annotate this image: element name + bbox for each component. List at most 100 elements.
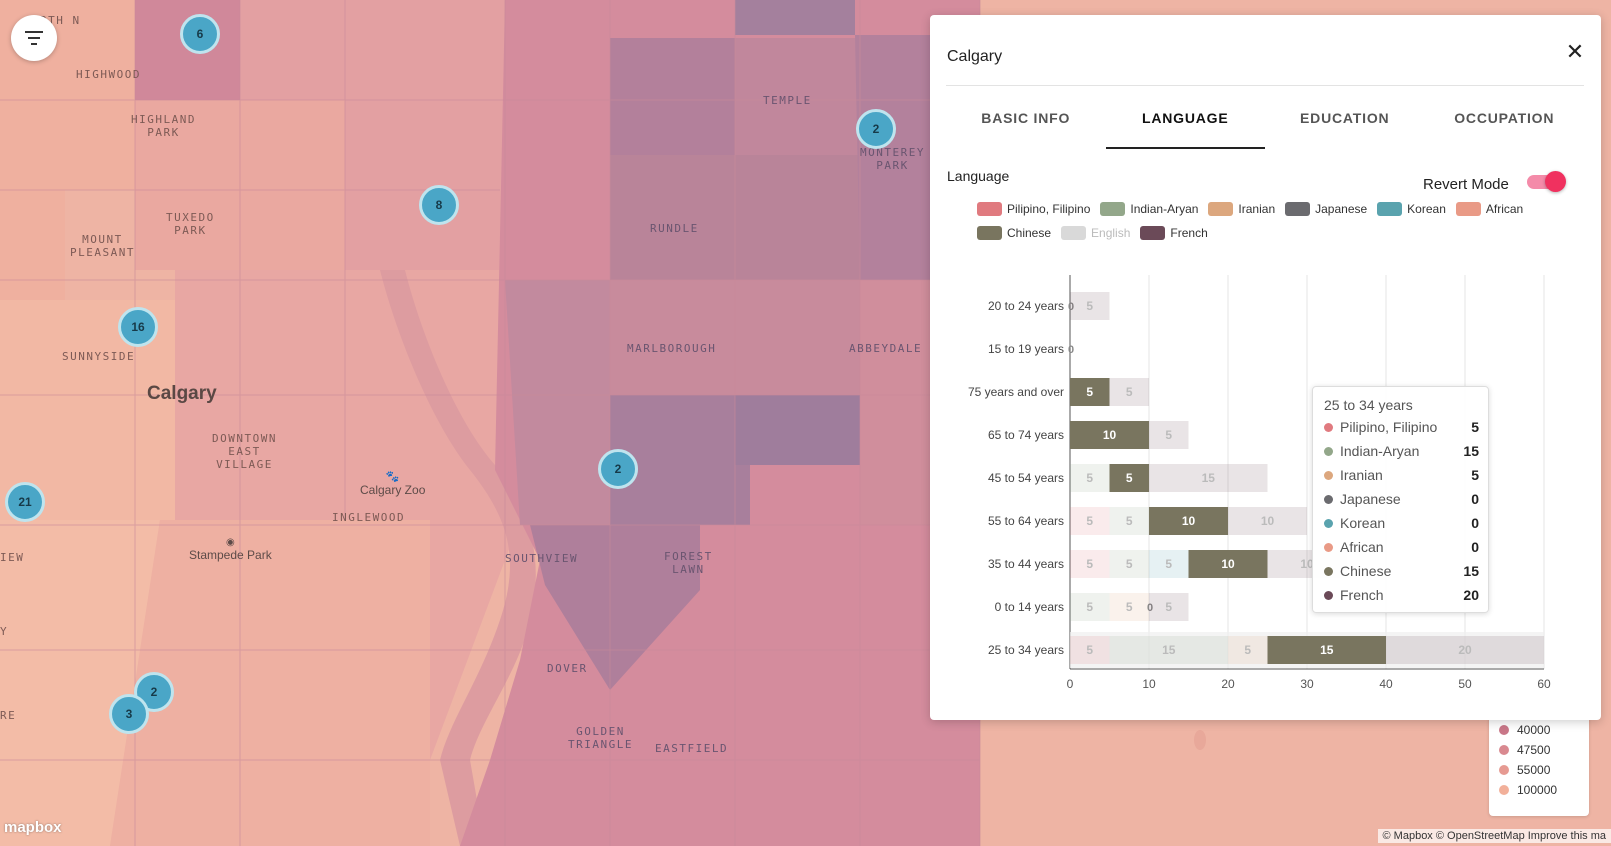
tab-education[interactable]: EDUCATION xyxy=(1265,87,1425,149)
legend-swatch xyxy=(1208,202,1234,216)
tooltip-value: 15 xyxy=(1463,563,1479,579)
bar-value-label: 5 xyxy=(1244,643,1251,657)
bar-value-label: 15 xyxy=(1162,643,1176,657)
bar-value-label: 5 xyxy=(1086,600,1093,614)
revert-mode-label: Revert Mode xyxy=(1423,176,1509,193)
map-label-neighborhood: TUXEDO PARK xyxy=(166,211,215,237)
legend-label: Pilipino, Filipino xyxy=(1007,202,1091,216)
map-label-neighborhood: MARLBOROUGH xyxy=(627,342,717,355)
map-poi-zoo: 🐾 Calgary Zoo xyxy=(360,471,426,497)
tab-occupation[interactable]: OCCUPATION xyxy=(1425,87,1585,149)
legend-label: African xyxy=(1485,202,1524,216)
map-cluster-marker[interactable]: 6 xyxy=(180,14,220,54)
chart-legend-row: Chinese English French xyxy=(977,221,1577,245)
tooltip-label: Chinese xyxy=(1340,563,1392,579)
legend-item-french[interactable]: French xyxy=(1140,226,1208,240)
income-legend-row: 100000 xyxy=(1489,780,1589,800)
bar-value-label: 15 xyxy=(1202,471,1216,485)
y-tick-label: 15 to 19 years xyxy=(988,342,1064,356)
bar-value-label: 20 xyxy=(1458,643,1472,657)
income-legend-label: 55000 xyxy=(1517,763,1551,777)
legend-item-iranian[interactable]: Iranian xyxy=(1208,202,1275,216)
tooltip-row: African 0 xyxy=(1324,537,1479,557)
map-label-neighborhood: INGLEWOOD xyxy=(332,511,406,524)
y-tick-label: 45 to 54 years xyxy=(988,471,1064,485)
map-cluster-marker[interactable]: 2 xyxy=(598,449,638,489)
legend-swatch xyxy=(1061,226,1087,240)
legend-item-korean[interactable]: Korean xyxy=(1377,202,1446,216)
legend-item-pilipino-filipino[interactable]: Pilipino, Filipino xyxy=(977,202,1090,216)
bar-value-label: 5 xyxy=(1126,557,1133,571)
tooltip-label: Korean xyxy=(1340,515,1386,531)
tooltip-value: 0 xyxy=(1471,539,1479,555)
bar-value-label: 5 xyxy=(1165,600,1172,614)
tooltip-dot xyxy=(1324,518,1333,528)
income-legend-label: 100000 xyxy=(1517,783,1558,797)
bar-value-label: 10 xyxy=(1182,514,1196,528)
bar-value-label: 10 xyxy=(1103,428,1117,442)
bar-value-label: 10 xyxy=(1221,557,1235,571)
toggle-knob xyxy=(1545,171,1566,192)
map-label-neighborhood: RUNDLE xyxy=(650,222,699,235)
bar-value-label: 15 xyxy=(1320,643,1334,657)
tooltip-dot xyxy=(1324,494,1333,504)
map-label-neighborhood: MONTEREY PARK xyxy=(860,146,925,172)
map-label-neighborhood: TEMPLE xyxy=(763,94,812,107)
income-legend-row: 55000 xyxy=(1489,760,1589,780)
map-label-neighborhood: GOLDEN TRIANGLE xyxy=(568,725,633,751)
legend-item-african[interactable]: African xyxy=(1455,202,1524,216)
close-button[interactable]: ✕ xyxy=(1561,38,1589,66)
tooltip-row: Indian-Aryan 15 xyxy=(1324,441,1479,461)
x-tick-label: 30 xyxy=(1300,677,1314,691)
y-tick-label: 35 to 44 years xyxy=(988,557,1064,571)
legend-label: English xyxy=(1091,226,1131,240)
filter-icon xyxy=(25,31,43,45)
map-city-label: Calgary xyxy=(147,383,217,404)
map-cluster-marker[interactable]: 21 xyxy=(5,482,45,522)
map-label-neighborhood: HIGHWOOD xyxy=(76,68,141,81)
map-attribution[interactable]: © Mapbox © OpenStreetMap Improve this ma xyxy=(1377,829,1611,843)
tooltip-label: French xyxy=(1340,587,1384,603)
bar-value-label: 5 xyxy=(1086,643,1093,657)
map-cluster-marker[interactable]: 3 xyxy=(109,694,149,734)
income-legend-label: 47500 xyxy=(1517,743,1551,757)
tooltip-label: Japanese xyxy=(1340,491,1401,507)
chart-legend-row: Pilipino, Filipino Indian-Aryan Iranian … xyxy=(977,197,1577,221)
legend-label: Indian-Aryan xyxy=(1130,202,1199,216)
tooltip-row: Pilipino, Filipino 5 xyxy=(1324,417,1479,437)
legend-swatch xyxy=(1285,202,1311,216)
language-bar-chart[interactable]: 0 10 20 30 40 50 6020 to 24 years 0 515 to 19 ye… xyxy=(930,275,1601,695)
map-label-neighborhood: HIGHLAND PARK xyxy=(131,113,196,139)
tooltip-dot xyxy=(1324,470,1333,480)
tab-basic-info[interactable]: BASIC INFO xyxy=(946,87,1106,149)
map-cluster-marker[interactable]: 2 xyxy=(856,109,896,149)
y-tick-label: 55 to 64 years xyxy=(988,514,1064,528)
legend-label: Chinese xyxy=(1007,226,1052,240)
map-cluster-marker[interactable]: 16 xyxy=(118,307,158,347)
legend-item-english[interactable]: English xyxy=(1061,226,1130,240)
legend-item-japanese[interactable]: Japanese xyxy=(1285,202,1367,216)
tooltip-dot xyxy=(1324,590,1333,600)
legend-label: Japanese xyxy=(1315,202,1368,216)
legend-swatch xyxy=(1455,202,1481,216)
mapbox-logo-text: mapbox xyxy=(4,819,62,836)
tooltip-dot xyxy=(1324,566,1333,576)
y-tick-label: 65 to 74 years xyxy=(988,428,1064,442)
map-cluster-marker[interactable]: 8 xyxy=(419,185,459,225)
close-icon: ✕ xyxy=(1565,39,1585,64)
bar-value-label: 5 xyxy=(1086,471,1093,485)
revert-mode-toggle[interactable] xyxy=(1527,171,1566,192)
legend-swatch xyxy=(977,226,1002,240)
tooltip-value: 0 xyxy=(1471,515,1479,531)
income-legend-label: 40000 xyxy=(1517,723,1551,737)
legend-swatch xyxy=(1140,226,1166,240)
filter-button[interactable] xyxy=(11,15,57,61)
map-income-legend: 40000 47500 55000 100000 xyxy=(1489,712,1589,816)
tooltip-label: Pilipino, Filipino xyxy=(1340,419,1438,435)
legend-item-indian-aryan[interactable]: Indian-Aryan xyxy=(1100,202,1198,216)
tooltip-value: 15 xyxy=(1463,443,1479,459)
legend-item-chinese[interactable]: Chinese xyxy=(977,226,1051,240)
tooltip-title: 25 to 34 years xyxy=(1324,397,1413,413)
tooltip-dot xyxy=(1324,542,1333,552)
tab-language[interactable]: LANGUAGE xyxy=(1105,87,1266,149)
